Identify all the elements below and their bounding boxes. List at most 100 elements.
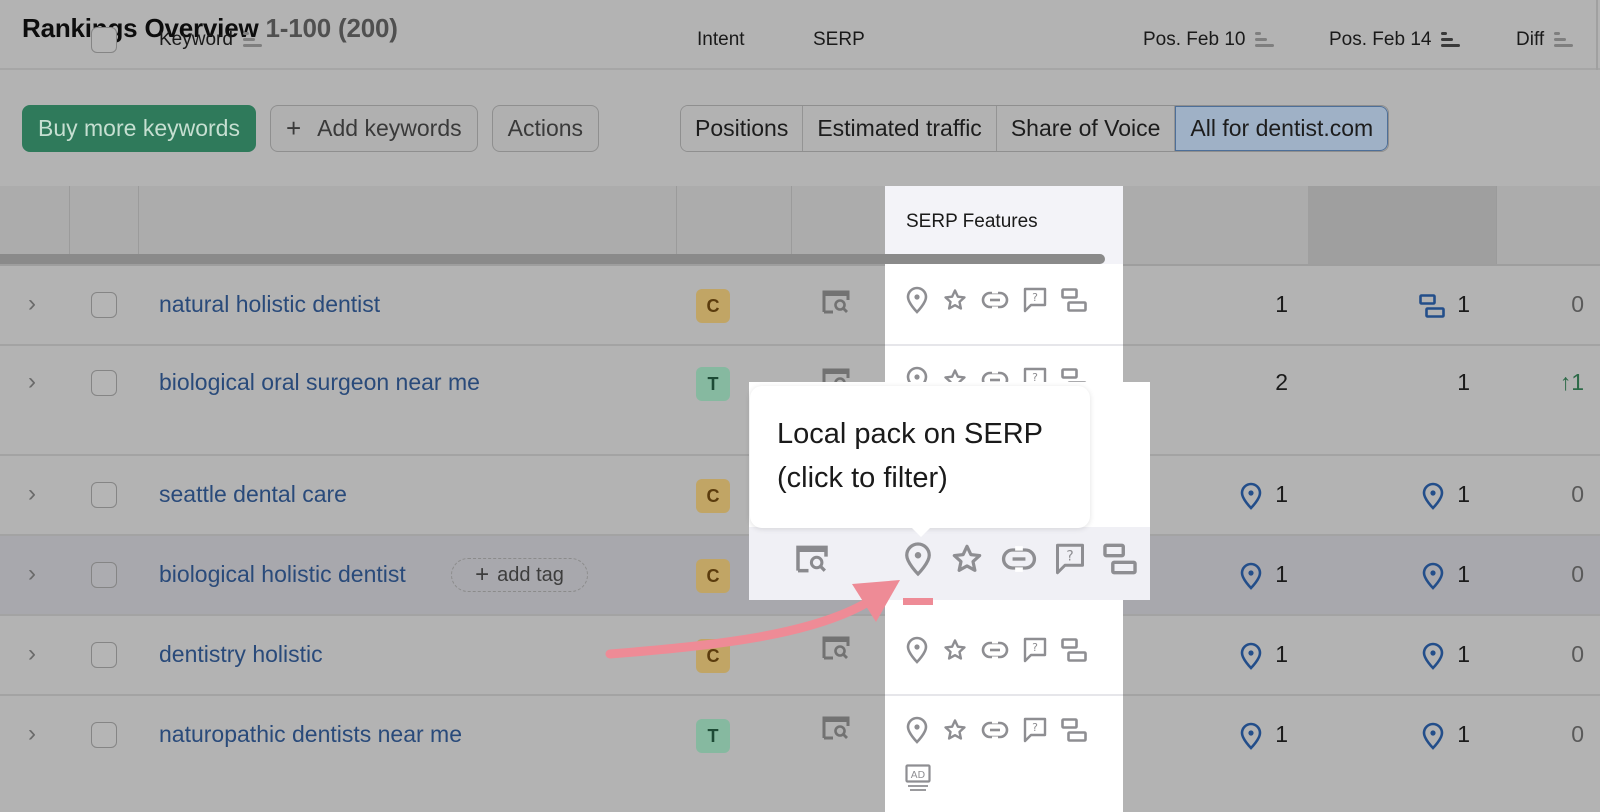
column-header-diff[interactable]: Diff: [1516, 0, 1574, 80]
expand-chevron-icon[interactable]: ›: [28, 560, 36, 588]
people-also-ask-icon[interactable]: [1023, 287, 1047, 313]
expand-chevron-icon[interactable]: ›: [28, 720, 36, 748]
row-checkbox[interactable]: [91, 642, 117, 668]
segment-positions[interactable]: Positions: [681, 106, 804, 151]
serp-features-list: [905, 636, 1087, 664]
tooltip-pointer: [910, 526, 932, 537]
sort-icon[interactable]: [1554, 32, 1574, 48]
reviews-star-icon[interactable]: [943, 638, 967, 662]
expand-chevron-icon[interactable]: ›: [28, 290, 36, 318]
top-stories-icon[interactable]: [1061, 288, 1087, 312]
top-stories-icon[interactable]: [1061, 638, 1087, 662]
column-header-keyword[interactable]: Keyword: [159, 0, 263, 80]
reviews-star-icon[interactable]: [943, 288, 967, 312]
expand-chevron-icon[interactable]: ›: [28, 368, 36, 396]
serp-snapshot-icon[interactable]: [822, 716, 850, 740]
column-header-intent: Intent: [697, 0, 745, 80]
pos-feb10-cell: 1: [1239, 561, 1288, 590]
pos-feb14-cell: 1: [1421, 641, 1470, 670]
row-checkbox[interactable]: [91, 292, 117, 318]
segment-share-of-voice[interactable]: Share of Voice: [996, 106, 1176, 151]
sort-icon[interactable]: [1255, 32, 1275, 48]
segment-all-for-domain[interactable]: All for dentist.com: [1175, 106, 1389, 151]
serp-snapshot-icon[interactable]: [795, 545, 829, 573]
local-pack-icon: [1239, 722, 1263, 750]
sort-active-icon[interactable]: [1441, 32, 1461, 48]
actions-button[interactable]: Actions: [491, 105, 600, 152]
reviews-star-icon[interactable]: [951, 543, 983, 575]
top-stories-icon[interactable]: [1061, 718, 1087, 742]
add-keywords-button[interactable]: + Add keywords: [269, 105, 478, 152]
local-pack-tooltip: Local pack on SERP (click to filter): [750, 386, 1090, 528]
sitelinks-icon[interactable]: [981, 290, 1009, 310]
serp-snapshot-icon[interactable]: [822, 290, 850, 314]
expand-chevron-icon[interactable]: ›: [28, 640, 36, 668]
pos-feb10-cell: 1: [1239, 481, 1288, 510]
plus-icon: +: [285, 113, 302, 143]
sitelinks-icon[interactable]: [981, 720, 1009, 740]
add-keywords-label: Add keywords: [317, 115, 462, 141]
local-pack-icon: [1239, 562, 1263, 590]
serp-features-list: [905, 716, 1087, 744]
local-pack-icon: [1239, 482, 1263, 510]
row-checkbox[interactable]: [91, 482, 117, 508]
expand-chevron-icon[interactable]: ›: [28, 480, 36, 508]
serp-header-label: SERP: [813, 29, 865, 50]
horizontal-scrollbar-thumb[interactable]: [885, 254, 1105, 264]
intent-badge: T: [696, 719, 730, 753]
diff-header-label: Diff: [1516, 29, 1545, 50]
arrow-up-icon: ↑: [1559, 369, 1572, 395]
local-pack-icon[interactable]: [905, 286, 929, 314]
column-header-pos-feb10[interactable]: Pos. Feb 10: [1143, 0, 1275, 80]
result-range: 1-100 (200): [265, 13, 398, 43]
row-checkbox[interactable]: [91, 722, 117, 748]
intent-badge: T: [696, 367, 730, 401]
local-pack-icon: [1239, 642, 1263, 670]
pos-feb14-value: 1: [1457, 481, 1470, 507]
people-also-ask-icon[interactable]: [1023, 637, 1047, 663]
keyword-link[interactable]: biological oral surgeon near me: [159, 369, 480, 396]
sitelinks-icon[interactable]: [1001, 546, 1037, 572]
pos-feb10-value: 1: [1275, 561, 1288, 587]
plus-icon: +: [475, 561, 490, 588]
ads-top-icon[interactable]: [905, 764, 931, 792]
top-stories-icon[interactable]: [1103, 543, 1137, 575]
table-row: › naturopathic dentists near me T 1 1 0: [0, 696, 1600, 812]
keyword-link[interactable]: natural holistic dentist: [159, 291, 380, 318]
row-divider: [885, 694, 1123, 696]
keyword-link[interactable]: seattle dental care: [159, 481, 347, 508]
sitelinks-icon[interactable]: [981, 640, 1009, 660]
people-also-ask-icon[interactable]: [1055, 542, 1085, 576]
sort-icon[interactable]: [242, 32, 263, 48]
buy-more-keywords-button[interactable]: Buy more keywords: [22, 105, 256, 152]
diff-value: 0: [1571, 561, 1584, 587]
keyword-link[interactable]: biological holistic dentist: [159, 561, 406, 588]
view-segmented-control: Positions Estimated traffic Share of Voi…: [680, 105, 1390, 152]
add-tag-button[interactable]: + add tag: [451, 558, 588, 592]
select-all: [91, 0, 117, 80]
pos-feb10-value: 2: [1275, 369, 1288, 395]
column-header-serp: SERP: [813, 0, 865, 80]
reviews-star-icon[interactable]: [943, 718, 967, 742]
segment-estimated-traffic[interactable]: Estimated traffic: [803, 106, 997, 151]
diff-cell: ↑1: [1560, 369, 1584, 396]
pos-feb10-header-label: Pos. Feb 10: [1143, 29, 1246, 50]
column-header-serp-features: SERP Features: [885, 186, 1123, 264]
table-row: › natural holistic dentist C 1 1 0: [0, 266, 1600, 346]
local-pack-icon[interactable]: [905, 716, 929, 744]
intent-header-label: Intent: [697, 29, 745, 50]
header-edge: [1596, 0, 1600, 70]
keyword-link[interactable]: dentistry holistic: [159, 641, 323, 668]
row-checkbox[interactable]: [91, 562, 117, 588]
pos-feb10-value: 1: [1275, 481, 1288, 507]
local-pack-icon[interactable]: [903, 541, 933, 577]
sorted-column-bg: [1308, 186, 1496, 264]
keyword-link[interactable]: naturopathic dentists near me: [159, 721, 462, 748]
select-all-checkbox[interactable]: [91, 27, 117, 53]
people-also-ask-icon[interactable]: [1023, 717, 1047, 743]
pos-feb14-value: 1: [1457, 291, 1470, 317]
diff-value: 0: [1571, 641, 1584, 667]
column-header-pos-feb14[interactable]: Pos. Feb 14: [1329, 0, 1461, 80]
row-checkbox[interactable]: [91, 370, 117, 396]
pos-feb14-value: 1: [1457, 561, 1470, 587]
